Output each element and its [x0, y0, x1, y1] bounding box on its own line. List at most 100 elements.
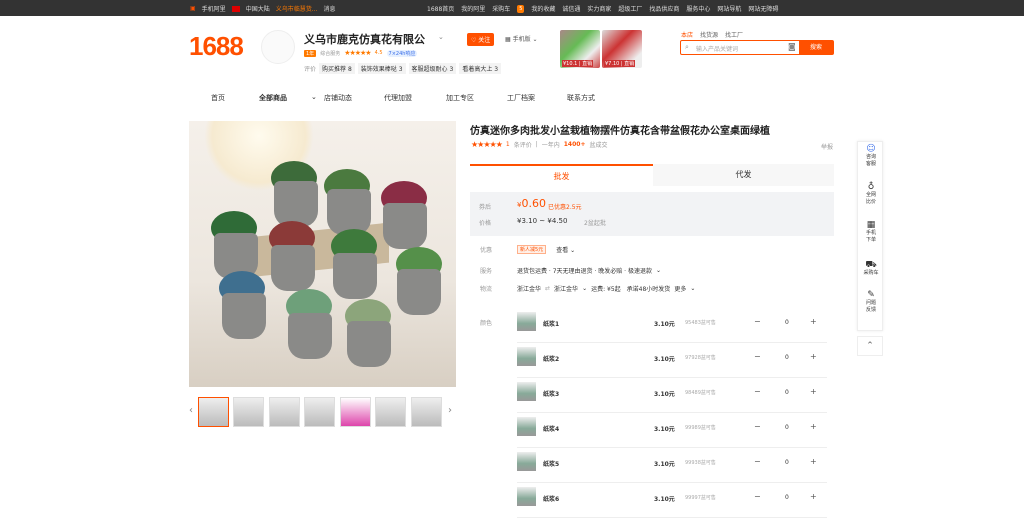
divider: |	[535, 141, 538, 148]
camera-icon[interactable]: ◙	[788, 42, 796, 51]
quantity-input[interactable]: 0	[785, 389, 789, 396]
site-logo[interactable]: 1688	[189, 31, 244, 62]
sku-price: 3.10元	[654, 321, 675, 328]
topbar-cart[interactable]: 采购车	[492, 4, 510, 13]
decrease-button[interactable]: −	[754, 457, 761, 466]
sku-stock: 95483盆可售	[685, 320, 716, 326]
quantity-input[interactable]: 0	[785, 354, 789, 361]
product-main-image[interactable]	[189, 121, 456, 387]
tab-dropship[interactable]: 代发	[653, 164, 834, 186]
sku-thumbnail[interactable]	[517, 487, 536, 506]
service-text[interactable]: 退货包运费 · 7天无理由退货 · 晚发必赔 · 极速退款	[517, 266, 652, 275]
increase-button[interactable]: +	[810, 457, 817, 466]
nav-agency[interactable]: 代理加盟	[384, 93, 446, 103]
price-box: 券后 ¥0.60 已优惠2.5元 价格 ¥3.10 ~ ¥4.50 2盆起批	[470, 192, 834, 236]
topbar-region[interactable]: 中国大陆	[246, 4, 270, 13]
chevron-right-icon[interactable]: ›	[448, 405, 452, 416]
decrease-button[interactable]: −	[754, 317, 761, 326]
promo-thumb[interactable]: ¥10.1 | 直销	[560, 30, 600, 68]
topbar-accessibility[interactable]: 网站无障碍	[748, 4, 778, 13]
sku-thumbnail[interactable]	[517, 382, 536, 401]
sidebar-item-feedback[interactable]: ✎ 问题 反馈	[858, 291, 884, 314]
sku-thumbnail[interactable]	[517, 312, 536, 331]
nav-shop-updates[interactable]: 店铺动态	[324, 93, 384, 103]
chevron-down-icon[interactable]: ⌄	[656, 267, 661, 274]
topbar-service-center[interactable]: 服务中心	[686, 4, 710, 13]
back-to-top-button[interactable]: ⌃	[857, 336, 883, 356]
follow-button[interactable]: ♡ 关注	[467, 33, 495, 46]
sidebar-item-compare[interactable]: ♁ 全网 比价	[858, 183, 884, 206]
topbar-favorites[interactable]: 我的收藏	[531, 4, 555, 13]
thumbnail[interactable]	[304, 397, 335, 427]
quantity-input[interactable]: 0	[785, 319, 789, 326]
shop-avatar[interactable]	[261, 30, 295, 64]
increase-button[interactable]: +	[810, 387, 817, 396]
sidebar-item-customer-service[interactable]: ☺ 咨询 客服	[858, 145, 884, 168]
sidebar-item-cart[interactable]: ⛟ 采购车	[858, 261, 884, 277]
decrease-button[interactable]: −	[754, 422, 761, 431]
search-button[interactable]: 搜索	[799, 41, 833, 54]
thumbnail[interactable]	[198, 397, 229, 427]
topbar-home[interactable]: 1688首页	[427, 4, 454, 13]
increase-button[interactable]: +	[810, 352, 817, 361]
shop-rating-label: 综合服务	[320, 50, 341, 57]
review-tag[interactable]: 客服超级耐心 3	[408, 63, 457, 74]
sku-thumbnail[interactable]	[517, 417, 536, 436]
sku-thumbnail[interactable]	[517, 347, 536, 366]
review-tag[interactable]: 购买推荐 8	[319, 63, 355, 74]
topbar-super-factory[interactable]: 超级工厂	[618, 4, 642, 13]
search-tab-source[interactable]: 找货源	[700, 30, 718, 39]
shop-name[interactable]: 义乌市鹿克仿真花有限公	[304, 31, 425, 47]
view-promos-link[interactable]: 查看 ⌄	[556, 245, 575, 254]
review-label[interactable]: 条评价	[514, 140, 532, 149]
more-link[interactable]: 更多	[674, 284, 686, 293]
nav-processing[interactable]: 加工专区	[446, 93, 507, 103]
sku-price: 3.10元	[654, 461, 675, 468]
nav-home[interactable]: 首页	[211, 93, 259, 103]
mobile-version-link[interactable]: ▦ 手机版 ⌄	[505, 34, 538, 43]
promo-thumb[interactable]: ¥7.10 | 直销	[602, 30, 642, 68]
topbar-trustpass[interactable]: 诚信通	[562, 4, 580, 13]
search-input[interactable]: 输入产品关键词	[696, 44, 738, 53]
topbar-power-merchants[interactable]: 实力商家	[587, 4, 611, 13]
ship-to[interactable]: 浙江金华	[554, 284, 578, 293]
decrease-button[interactable]: −	[754, 387, 761, 396]
topbar-user[interactable]: 义乌市临慧货...	[276, 4, 318, 13]
increase-button[interactable]: +	[810, 422, 817, 431]
thumbnail[interactable]	[233, 397, 264, 427]
thumbnail[interactable]	[375, 397, 406, 427]
sidebar-item-mobile-order[interactable]: ▦ 手机 下单	[858, 221, 884, 244]
nav-all-products[interactable]: 全部商品	[259, 93, 311, 103]
search-tab-factory[interactable]: 找工厂	[725, 30, 743, 39]
sku-thumbnail[interactable]	[517, 452, 536, 471]
response-badge: 7×24h响应	[386, 49, 418, 57]
arrow-icon: ⇄	[545, 284, 551, 292]
quantity-input[interactable]: 0	[785, 459, 789, 466]
thumbnail[interactable]	[411, 397, 442, 427]
topbar-messages[interactable]: 消息	[323, 4, 335, 13]
search-tab-this-store[interactable]: 本店	[681, 30, 693, 39]
increase-button[interactable]: +	[810, 317, 817, 326]
topbar-mobile-link[interactable]: 手机阿里	[202, 4, 226, 13]
chevron-down-icon[interactable]: ⌄	[438, 33, 444, 41]
report-link[interactable]: 举报	[821, 142, 833, 151]
thumbnail[interactable]	[340, 397, 371, 427]
topbar-find-supplier[interactable]: 找品供应商	[649, 4, 679, 13]
tab-wholesale[interactable]: 批发	[470, 164, 653, 186]
search-scope-tabs: 本店 找货源 找工厂	[681, 30, 743, 39]
quantity-input[interactable]: 0	[785, 424, 789, 431]
topbar-site-nav[interactable]: 网站导航	[717, 4, 741, 13]
review-count[interactable]: 1	[506, 141, 510, 148]
topbar-my-alibaba[interactable]: 我的阿里	[461, 4, 485, 13]
increase-button[interactable]: +	[810, 492, 817, 501]
nav-contact[interactable]: 联系方式	[567, 93, 595, 103]
decrease-button[interactable]: −	[754, 352, 761, 361]
chevron-down-icon[interactable]: ⌄	[690, 285, 695, 292]
review-tag[interactable]: 装饰效果棒哒 3	[357, 63, 406, 74]
chevron-down-icon[interactable]: ⌄	[582, 285, 587, 292]
decrease-button[interactable]: −	[754, 492, 761, 501]
chevron-left-icon[interactable]: ‹	[189, 405, 193, 416]
nav-factory-profile[interactable]: 工厂档案	[507, 93, 567, 103]
thumbnail[interactable]	[269, 397, 300, 427]
review-tag[interactable]: 看着高大上 3	[459, 63, 502, 74]
